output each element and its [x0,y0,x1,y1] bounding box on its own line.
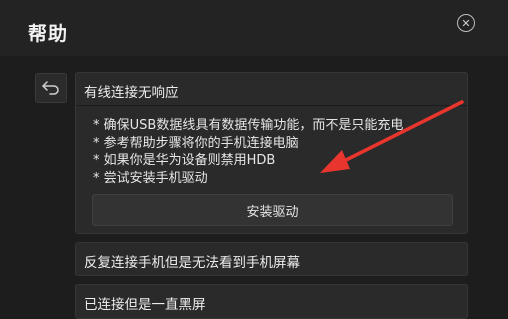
panel-divider [76,105,467,106]
faq-panel-wired-no-response: 有线连接无响应 * 确保USB数据线具有数据传输功能，而不是只能充电 * 参考帮… [75,72,468,234]
faq-title-wired-no-response[interactable]: 有线连接无响应 [84,81,179,101]
faq-panel-no-screen[interactable]: 反复连接手机但是无法看到手机屏幕 [75,242,468,276]
install-driver-button[interactable]: 安装驱动 [92,194,453,226]
dialog-titlebar: 帮助 ✕ [0,0,508,56]
tip-item-1: * 确保USB数据线具有数据传输功能，而不是只能充电 [93,118,404,133]
faq-title-no-screen: 反复连接手机但是无法看到手机屏幕 [84,255,300,271]
dialog-title: 帮助 [28,23,69,45]
tips-list: * 确保USB数据线具有数据传输功能，而不是只能充电 * 参考帮助步骤将你的手机… [93,117,403,187]
back-button[interactable] [35,73,67,103]
tip-item-4: * 尝试安装手机驱动 [93,170,208,186]
faq-panel-black-screen[interactable]: 已连接但是一直黑屏 [75,284,468,319]
faq-title-black-screen: 已连接但是一直黑屏 [84,297,206,313]
back-arrow-icon [42,81,59,95]
close-icon[interactable]: ✕ [457,14,475,32]
tip-item-3: * 如果你是华为设备则禁用HDB [93,153,276,168]
tip-item-2: * 参考帮助步骤将你的手机连接电脑 [93,135,299,151]
